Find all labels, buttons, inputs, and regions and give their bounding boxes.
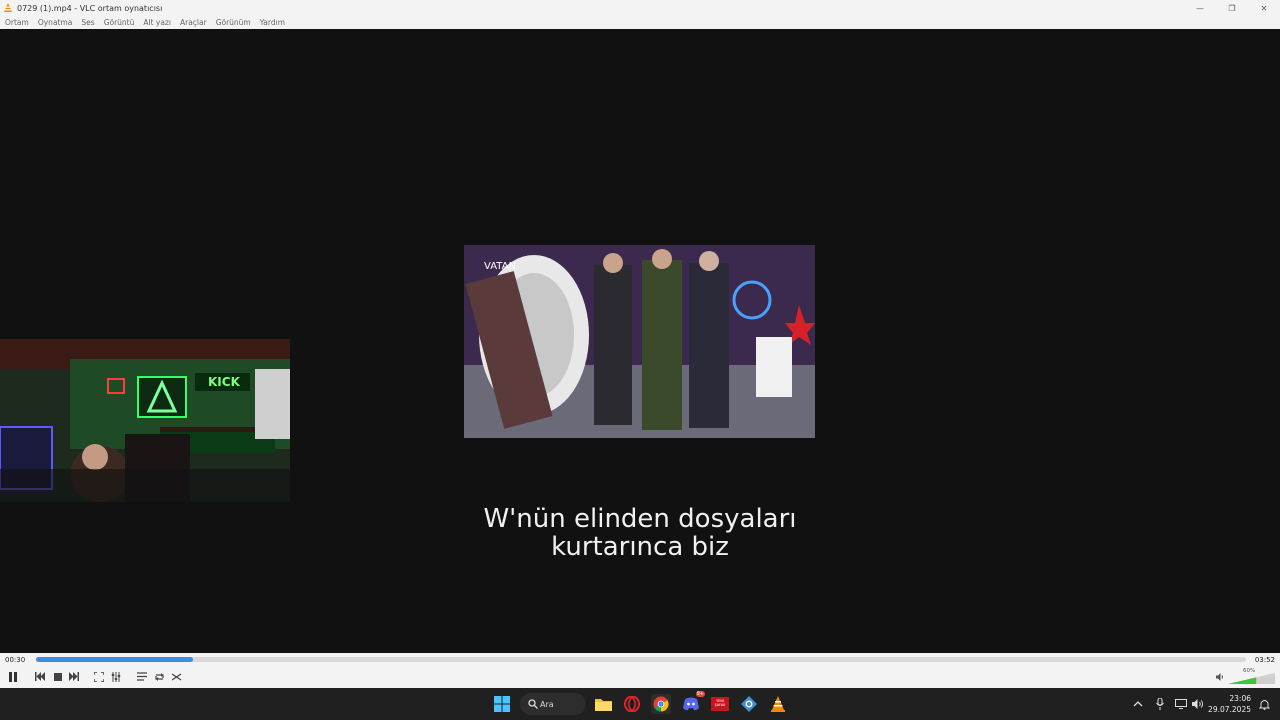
elapsed-time: 00:30	[5, 656, 26, 664]
volume-tray-button[interactable]	[1188, 694, 1208, 714]
next-button[interactable]	[68, 670, 80, 683]
subtitle-line-2: kurtarınca biz	[551, 532, 729, 562]
fullscreen-button[interactable]	[93, 670, 105, 683]
seek-slider[interactable]	[36, 657, 1246, 662]
notifications-button[interactable]	[1254, 694, 1274, 714]
subtitle-text: W'nün elinden dosyaları kurtarınca biz	[0, 505, 1280, 561]
chevron-up-icon	[1133, 701, 1143, 707]
clip-channel-logo: VATAN	[484, 261, 516, 272]
microphone-button[interactable]	[1150, 694, 1170, 714]
chrome-button[interactable]	[651, 694, 671, 714]
title-bar: 0729 (1).mp4 - VLC ortam oynatıcısı — ❐ …	[0, 0, 1280, 16]
webcam-scene: KICK	[0, 339, 290, 502]
chrome-icon	[653, 696, 669, 712]
clip-scene: VATAN	[464, 245, 815, 438]
subtitle-line-1: W'nün elinden dosyaları	[483, 504, 797, 534]
vlc-cone-icon	[771, 696, 785, 712]
playlist-button[interactable]	[136, 670, 148, 683]
vlc-taskbar-button[interactable]	[768, 694, 788, 714]
menu-help[interactable]: Yardım	[260, 18, 285, 27]
news-tile: YENİ ŞAFAK	[711, 697, 729, 711]
volume-icon	[1192, 699, 1204, 709]
fullscreen-icon	[94, 671, 104, 682]
menu-subtitle[interactable]: Alt yazı	[143, 18, 171, 27]
previous-button[interactable]	[34, 670, 46, 683]
opera-button[interactable]	[622, 694, 642, 714]
pause-button[interactable]	[6, 670, 20, 683]
menu-media[interactable]: Ortam	[5, 18, 29, 27]
player-controls: 00:30 03:52 60%	[0, 653, 1280, 688]
loop-button[interactable]	[153, 670, 165, 683]
pause-icon	[9, 671, 17, 682]
stop-button[interactable]	[52, 670, 64, 683]
previous-icon	[35, 672, 45, 681]
shuffle-icon	[172, 672, 182, 681]
total-time: 03:52	[1254, 656, 1275, 664]
show-hidden-icons-button[interactable]	[1128, 694, 1148, 714]
discord-notification-badge: 9+	[695, 691, 705, 697]
network-tool-button[interactable]	[739, 694, 759, 714]
menu-tools[interactable]: Araçlar	[180, 18, 207, 27]
menu-audio[interactable]: Ses	[81, 18, 94, 27]
volume-slider[interactable]	[1228, 673, 1275, 684]
maximize-button[interactable]: ❐	[1216, 0, 1248, 16]
next-icon	[69, 672, 79, 681]
speaker-icon[interactable]	[1216, 673, 1224, 681]
search-icon	[528, 699, 538, 709]
news-app-button[interactable]: YENİ ŞAFAK	[710, 694, 730, 714]
network-icon	[1175, 699, 1187, 709]
shuffle-button[interactable]	[171, 670, 183, 683]
window-title: 0729 (1).mp4 - VLC ortam oynatıcısı	[17, 3, 163, 13]
close-button[interactable]: ✕	[1248, 0, 1280, 16]
menu-playback[interactable]: Oynatma	[38, 18, 73, 27]
search-label: Ara	[540, 699, 554, 709]
folder-icon	[594, 699, 612, 711]
loop-icon	[154, 672, 164, 681]
start-button[interactable]	[492, 694, 512, 714]
opera-icon	[624, 696, 640, 712]
network-globe-icon	[741, 696, 757, 712]
playlist-icon	[137, 672, 147, 681]
minimize-button[interactable]: —	[1184, 0, 1216, 16]
microphone-icon	[1156, 698, 1164, 710]
video-surface[interactable]: VATAN KICK W'nün elinden dosyaları kurta…	[0, 29, 1280, 653]
video-clip-frame: VATAN	[464, 245, 815, 438]
discord-button[interactable]: 9+	[681, 691, 705, 714]
equalizer-icon	[111, 671, 121, 682]
menu-view[interactable]: Görünüm	[216, 18, 251, 27]
menu-bar: Ortam Oynatma Ses Görüntü Alt yazı Araçl…	[0, 16, 1280, 29]
taskbar: Ara 9+ YENİ ŞAFAK 23:06 29.07.2025	[0, 688, 1280, 720]
bell-icon	[1258, 700, 1270, 710]
neon-sign-text: KICK	[208, 375, 241, 389]
vlc-cone-icon	[4, 3, 12, 12]
seek-progress	[36, 657, 194, 662]
webcam-overlay: KICK	[0, 339, 290, 502]
clock-date[interactable]: 29.07.2025	[1206, 705, 1251, 714]
discord-icon	[683, 697, 699, 711]
stop-icon	[54, 672, 62, 681]
extended-settings-button[interactable]	[110, 670, 122, 683]
file-explorer-button[interactable]	[593, 694, 613, 714]
clock-time[interactable]: 23:06	[1206, 694, 1251, 703]
volume-control: 60%	[1216, 668, 1276, 684]
taskbar-search[interactable]: Ara	[520, 693, 586, 715]
menu-video[interactable]: Görüntü	[104, 18, 135, 27]
windows-logo-icon	[494, 696, 510, 712]
